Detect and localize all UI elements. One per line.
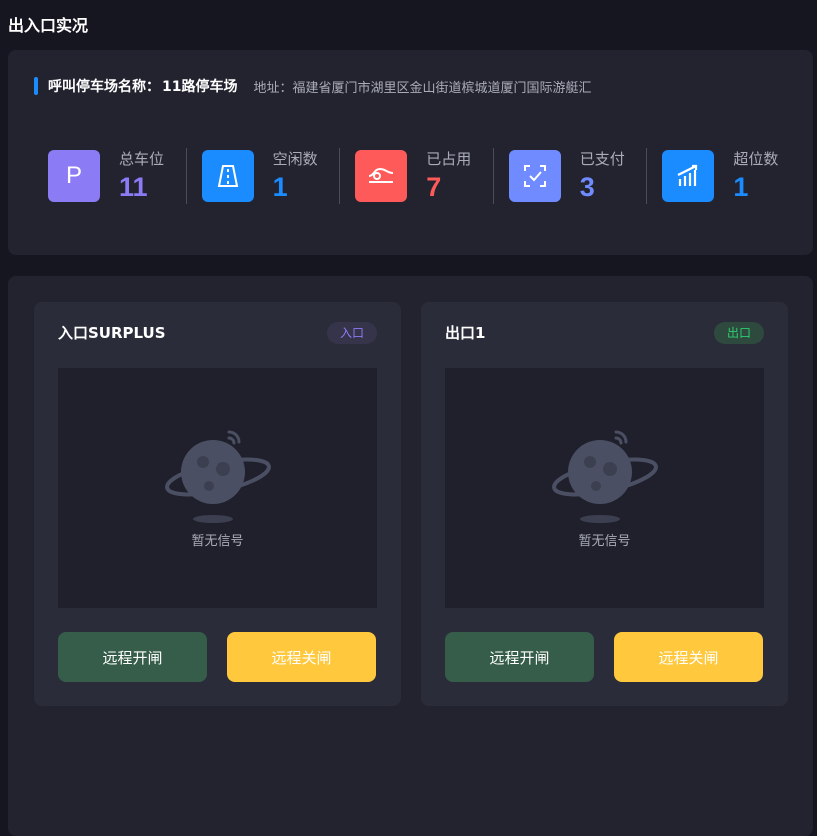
stat-over-limit: 超位数 1 — [662, 148, 800, 204]
stat-label: 空闲数 — [272, 150, 318, 168]
no-signal-planet-icon — [551, 430, 658, 523]
parking-summary-panel: 呼叫停车场名称： 11路停车场 地址： 福建省厦门市湖里区金山街道槟城道厦门国际… — [8, 50, 813, 255]
gate-title: 入口SURPLUS — [58, 324, 166, 342]
remote-open-button[interactable]: 远程开闸 — [58, 632, 207, 682]
divider — [646, 148, 648, 204]
divider — [339, 148, 341, 204]
stat-value: 11 — [119, 172, 148, 202]
divider — [492, 148, 494, 204]
remote-close-button[interactable]: 远程关闸 — [614, 632, 763, 682]
parking-icon: P — [48, 150, 100, 202]
stat-label: 已占用 — [426, 150, 472, 168]
no-signal-planet-icon — [164, 430, 271, 523]
gate-type-badge: 入口 — [326, 322, 377, 344]
gate-title: 出口1 — [445, 324, 486, 342]
stat-paid: 已支付 3 — [508, 148, 647, 204]
remote-open-button[interactable]: 远程开闸 — [445, 632, 594, 682]
stat-value: 1 — [733, 172, 749, 202]
chart-bars-icon — [662, 150, 715, 202]
address-label: 地址： — [253, 80, 293, 96]
stat-value: 3 — [579, 172, 595, 202]
car-occupied-icon — [355, 150, 408, 202]
remote-close-button[interactable]: 远程关闸 — [227, 632, 376, 682]
stats-row: P 总车位 11 空闲数 1 已占用 7 已支付 3 超位数 1 — [48, 144, 800, 208]
road-icon — [201, 150, 254, 202]
stat-label: 总车位 — [119, 150, 165, 168]
gate-card-exit: 出口1 出口 暂无信号 远程开闸 远程关闸 — [421, 302, 788, 706]
gate-card-entrance: 入口SURPLUS 入口 暂无信号 远程开闸 远程关闸 — [34, 302, 401, 706]
page-title: 出入口实况 — [8, 16, 89, 35]
stat-value: 1 — [272, 172, 288, 202]
lot-name: 11路停车场 — [162, 79, 238, 95]
lot-name-label: 呼叫停车场名称： — [48, 79, 160, 95]
title-accent-bar — [34, 77, 38, 95]
gates-panel: 入口SURPLUS 入口 暂无信号 远程开闸 远程关闸 出口1 出口 暂无信号 … — [8, 276, 813, 836]
stat-label: 超位数 — [733, 150, 779, 168]
lot-info: 呼叫停车场名称： 11路停车场 地址： 福建省厦门市湖里区金山街道槟城道厦门国际… — [34, 77, 592, 96]
stat-occupied: 已占用 7 — [355, 148, 493, 204]
gate-type-badge: 出口 — [713, 322, 764, 344]
stat-value: 7 — [426, 172, 442, 202]
paid-check-icon — [508, 150, 561, 202]
divider — [185, 148, 187, 204]
video-feed: 暂无信号 — [58, 368, 377, 608]
no-signal-text: 暂无信号 — [191, 534, 244, 549]
no-signal-text: 暂无信号 — [578, 534, 631, 549]
address-value: 福建省厦门市湖里区金山街道槟城道厦门国际游艇汇 — [292, 80, 592, 96]
stat-total-spaces: P 总车位 11 — [48, 148, 186, 204]
stat-free-spaces: 空闲数 1 — [201, 148, 340, 204]
video-feed: 暂无信号 — [445, 368, 764, 608]
stat-label: 已支付 — [579, 150, 625, 168]
